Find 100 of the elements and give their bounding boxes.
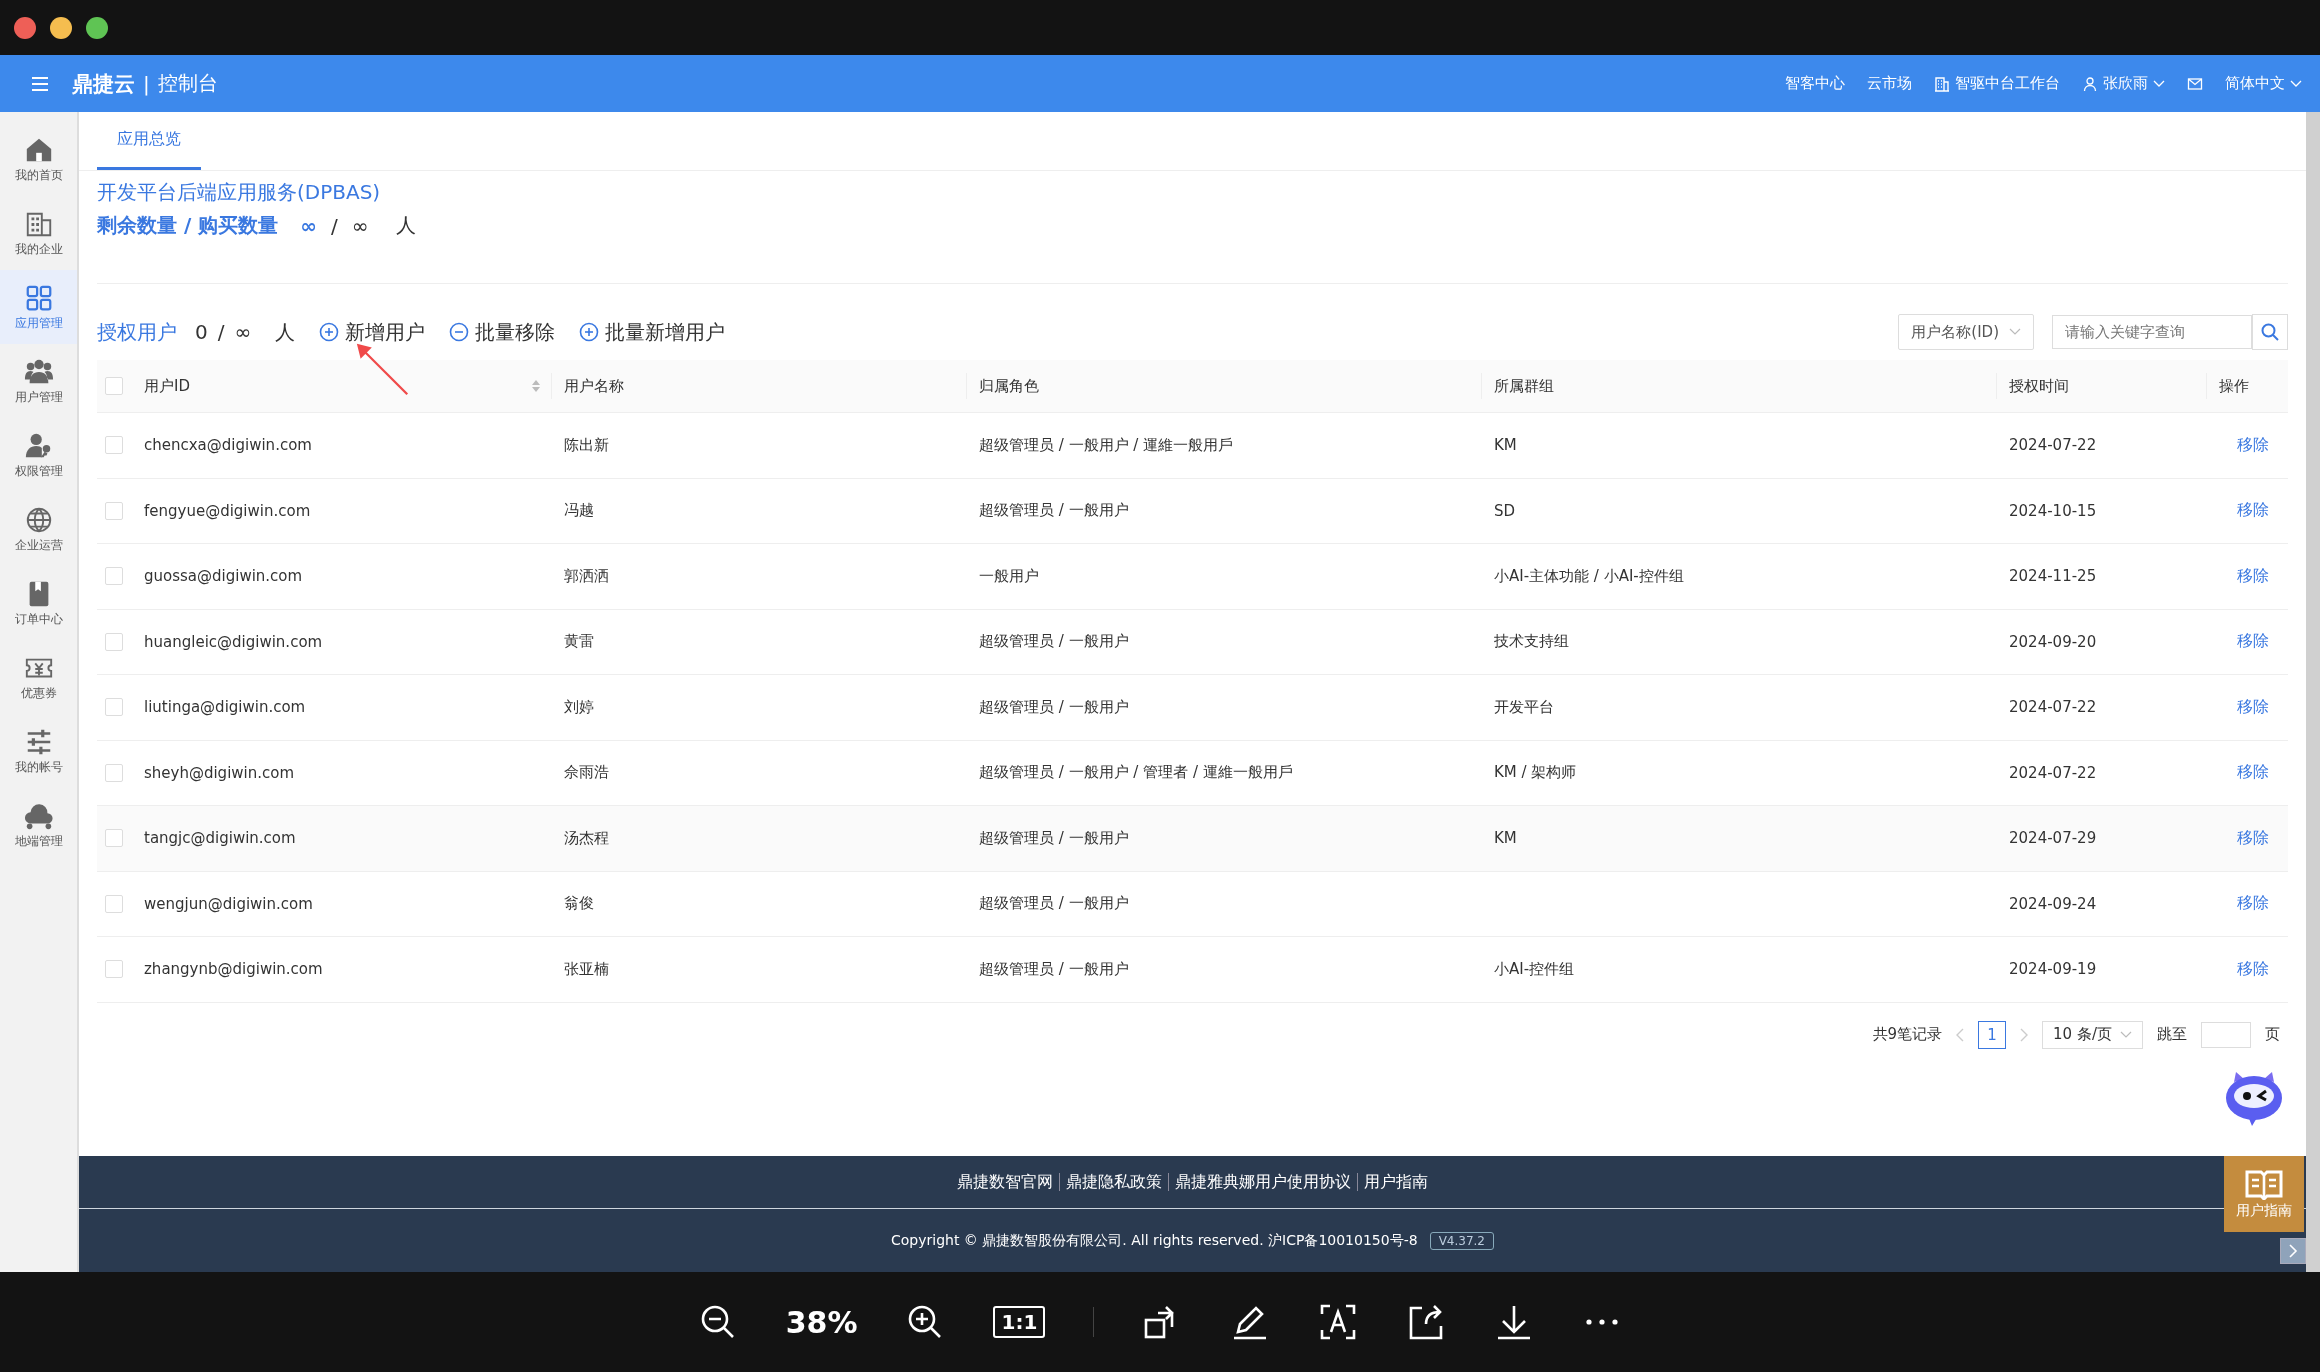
checkbox[interactable] bbox=[105, 501, 123, 520]
maximize-button[interactable] bbox=[86, 16, 108, 39]
remove-link[interactable]: 移除 bbox=[2237, 696, 2269, 718]
table-cell: 小AI-主体功能 / 小AI-控件组 bbox=[1494, 566, 1684, 586]
copyright-text: Copyright © 鼎捷数智股份有限公司. All rights reserved. 沪ICP备10010150号-8 bbox=[891, 1231, 1418, 1250]
remove-link[interactable]: 移除 bbox=[2237, 434, 2269, 456]
sidebar-item[interactable]: 我的首页 bbox=[0, 122, 77, 196]
table-cell: 2024-11-25 bbox=[2009, 567, 2097, 586]
remove-link[interactable]: 移除 bbox=[2237, 565, 2269, 587]
search-button[interactable] bbox=[2252, 314, 2288, 350]
chevron-right-icon bbox=[2288, 1244, 2298, 1258]
table-cell: 2024-09-20 bbox=[2009, 632, 2097, 651]
search-field[interactable]: 请输入关键字查询 bbox=[2052, 315, 2252, 349]
section-title: 授权用户 bbox=[97, 318, 177, 346]
table-cell: KM bbox=[1494, 436, 1517, 455]
table-cell: 佘雨浩 bbox=[564, 763, 609, 783]
product-name: 控制台 bbox=[157, 70, 218, 97]
table-cell: 超级管理员 / 一般用户 bbox=[979, 632, 1129, 652]
header-link[interactable]: 云市场 bbox=[1867, 74, 1912, 93]
remove-link[interactable]: 移除 bbox=[2237, 631, 2269, 653]
add-user-button[interactable]: 批量新增用户 bbox=[579, 318, 726, 346]
sidebar-item[interactable]: 我的帐号 bbox=[0, 714, 77, 788]
header-link[interactable]: 智客中心 bbox=[1785, 74, 1845, 93]
sort-icon[interactable] bbox=[531, 379, 541, 393]
table-cell: 2024-07-22 bbox=[2009, 698, 2097, 717]
table-cell: wengjun@digiwin.com bbox=[144, 894, 313, 913]
header-link[interactable]: 智驱中台工作台 bbox=[1934, 74, 2060, 93]
footer-link[interactable]: 鼎捷雅典娜用户使用协议 bbox=[1175, 1171, 1351, 1193]
remove-link[interactable]: 移除 bbox=[2237, 958, 2269, 980]
footer-link[interactable]: 用户指南 bbox=[1364, 1171, 1428, 1193]
minus-circle-icon bbox=[449, 322, 470, 342]
table-cell: 2024-07-29 bbox=[2009, 829, 2097, 848]
actual-size-button[interactable]: 1:1 bbox=[993, 1306, 1046, 1338]
table-cell: liutinga@digiwin.com bbox=[144, 698, 306, 717]
brand-name: 鼎捷云 bbox=[72, 70, 135, 98]
table-cell: 2024-09-19 bbox=[2009, 960, 2097, 979]
sidebar-item[interactable]: 地端管理 bbox=[0, 788, 77, 862]
sidebar-item[interactable]: 企业运营 bbox=[0, 492, 77, 566]
search-icon bbox=[2260, 322, 2280, 342]
page-input[interactable] bbox=[2201, 1021, 2251, 1048]
add-user-button[interactable]: 新增用户 bbox=[319, 318, 426, 346]
remove-link[interactable]: 移除 bbox=[2237, 500, 2269, 522]
sidebar-item[interactable]: 订单中心 bbox=[0, 566, 77, 640]
sidebar-item[interactable]: 权限管理 bbox=[0, 418, 77, 492]
table-cell: sheyh@digiwin.com bbox=[144, 763, 295, 782]
column-header: 用户名称 bbox=[564, 376, 624, 396]
book-icon bbox=[2244, 1168, 2284, 1200]
purchased-count: ∞ bbox=[351, 213, 369, 238]
checkbox[interactable] bbox=[105, 829, 123, 848]
column-header: 用户ID bbox=[144, 376, 190, 396]
close-button[interactable] bbox=[14, 16, 36, 39]
expand-button[interactable] bbox=[2280, 1238, 2306, 1264]
page-size-dropdown[interactable]: 10 条/页 bbox=[2042, 1020, 2143, 1049]
table-cell: guossa@digiwin.com bbox=[144, 567, 303, 586]
slash: / bbox=[330, 213, 338, 238]
table-cell: 2024-07-22 bbox=[2009, 763, 2097, 782]
remove-link[interactable]: 移除 bbox=[2237, 893, 2269, 915]
tab[interactable]: 应用总览 bbox=[97, 112, 201, 170]
table-cell: 超级管理员 / 一般用户 bbox=[979, 501, 1129, 521]
table-cell: 黄雷 bbox=[564, 632, 594, 652]
remove-button[interactable]: 批量移除 bbox=[449, 318, 556, 346]
table-cell: 技术支持组 bbox=[1494, 632, 1569, 652]
table-cell: 郭洒洒 bbox=[564, 566, 609, 586]
remove-link[interactable]: 移除 bbox=[2237, 827, 2269, 849]
checkbox[interactable] bbox=[105, 377, 123, 395]
checkbox[interactable] bbox=[105, 436, 123, 455]
table-cell: zhangynb@digiwin.com bbox=[144, 960, 323, 979]
sidebar-item[interactable]: 优惠券 bbox=[0, 640, 77, 714]
sidebar-item[interactable]: 用户管理 bbox=[0, 344, 77, 418]
minimize-button[interactable] bbox=[50, 16, 72, 39]
checkbox[interactable] bbox=[105, 960, 123, 979]
checkbox[interactable] bbox=[105, 632, 123, 651]
checkbox[interactable] bbox=[105, 567, 123, 586]
table-cell: chencxa@digiwin.com bbox=[144, 436, 312, 455]
sidebar-item[interactable]: 应用管理 bbox=[0, 270, 77, 344]
table-cell: 2024-10-15 bbox=[2009, 501, 2097, 520]
footer-link[interactable]: 鼎捷数智官网 bbox=[957, 1171, 1053, 1193]
plus-circle-icon bbox=[579, 322, 600, 342]
page-button[interactable]: 1 bbox=[1978, 1020, 2007, 1049]
remove-link[interactable]: 移除 bbox=[2237, 762, 2269, 784]
checkbox[interactable] bbox=[105, 763, 123, 782]
header-link[interactable]: 简体中文 bbox=[2225, 74, 2302, 93]
table-cell: tangjc@digiwin.com bbox=[144, 829, 296, 848]
zoom-level: 38% bbox=[785, 1304, 858, 1340]
table-cell: 陈出新 bbox=[564, 435, 609, 455]
table-cell: 超级管理员 / 一般用户 bbox=[979, 828, 1129, 848]
caret-icon bbox=[2009, 328, 2021, 336]
next-page-icon[interactable] bbox=[2020, 1027, 2029, 1042]
version-tag: V4.37.2 bbox=[1429, 1231, 1494, 1250]
footer-link[interactable]: 鼎捷隐私政策 bbox=[1066, 1171, 1162, 1193]
filter-dropdown[interactable]: 用户名称(ID) bbox=[1898, 314, 2034, 350]
sidebar-item[interactable]: 我的企业 bbox=[0, 196, 77, 270]
checkbox[interactable] bbox=[105, 698, 123, 717]
quota-label: 剩余数量 / 购买数量 bbox=[97, 212, 279, 239]
unit-label: 人 bbox=[396, 212, 417, 239]
checkbox[interactable] bbox=[105, 894, 123, 913]
previous-page-icon[interactable] bbox=[1956, 1027, 1965, 1042]
mail-link[interactable] bbox=[2187, 75, 2203, 92]
header-link[interactable]: 张欣雨 bbox=[2082, 74, 2165, 93]
scrollbar[interactable] bbox=[2306, 112, 2320, 1272]
